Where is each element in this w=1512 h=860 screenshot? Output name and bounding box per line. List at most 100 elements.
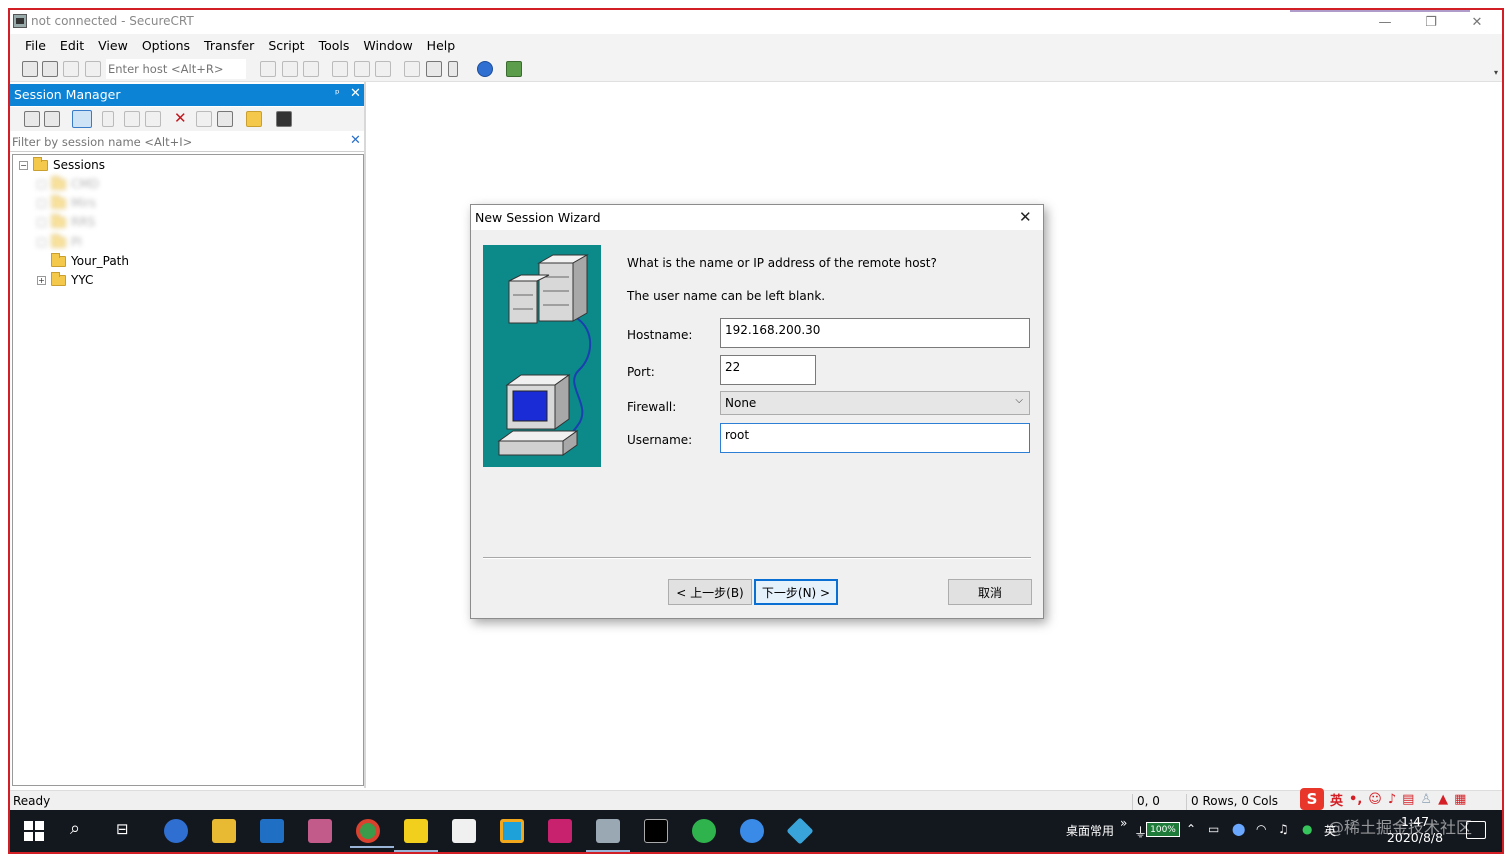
tree-item-blurred[interactable]: Mirs: [37, 194, 96, 212]
tree-item-blurred[interactable]: CMD: [37, 175, 99, 193]
connect-icon[interactable]: [22, 61, 38, 77]
username-input[interactable]: [720, 423, 1030, 453]
firewall-select[interactable]: None ⌵: [720, 391, 1030, 415]
toolbox-icon[interactable]: ▦: [1454, 792, 1466, 807]
new-session-icon[interactable]: [72, 110, 92, 128]
terminal-taskbar-icon[interactable]: [644, 819, 668, 843]
cancel-button[interactable]: 取消: [948, 579, 1032, 605]
enter-host-input[interactable]: [106, 59, 246, 79]
copy-icon[interactable]: [260, 61, 276, 77]
global-options-icon[interactable]: [426, 61, 442, 77]
intellij-icon[interactable]: [548, 819, 572, 843]
notification-center-icon[interactable]: [1466, 821, 1486, 839]
tree-item-your-path[interactable]: Your_Path: [51, 252, 129, 270]
menu-options[interactable]: Options: [135, 38, 197, 53]
securecrt-taskbar-icon[interactable]: [586, 819, 630, 852]
clear-filter-icon[interactable]: ✕: [350, 133, 361, 148]
collapse-icon[interactable]: −: [19, 160, 28, 170]
copy-session-icon[interactable]: [124, 111, 140, 127]
punctuation-icon[interactable]: •,: [1349, 792, 1362, 807]
print-setup-icon[interactable]: [332, 61, 348, 77]
wechat-icon[interactable]: [692, 819, 716, 843]
hostname-input[interactable]: [720, 318, 1030, 348]
new-folder-icon[interactable]: [246, 111, 262, 127]
close-window-button[interactable]: ✕: [1454, 10, 1500, 34]
dialog-close-icon[interactable]: ✕: [1019, 208, 1032, 226]
tree-item-blurred[interactable]: RRS: [37, 213, 95, 231]
expand-icon[interactable]: +: [37, 275, 46, 285]
find-session-icon[interactable]: [217, 111, 233, 127]
find-icon[interactable]: [303, 61, 319, 77]
typora-icon[interactable]: [452, 819, 476, 843]
tray-app-icon[interactable]: ▭: [1208, 822, 1219, 836]
port-input[interactable]: [720, 355, 816, 385]
help-icon[interactable]: [477, 61, 493, 77]
reconnect-icon[interactable]: [63, 61, 79, 77]
print-icon[interactable]: [375, 61, 391, 77]
skin-icon[interactable]: ▲: [1438, 792, 1448, 807]
microphone-icon[interactable]: ♪: [1388, 792, 1396, 807]
outlook-icon[interactable]: [260, 819, 284, 843]
menu-edit[interactable]: Edit: [53, 38, 91, 53]
paste-icon[interactable]: [282, 61, 298, 77]
menu-file[interactable]: File: [18, 38, 53, 53]
monitor-app-icon[interactable]: [394, 819, 438, 852]
messenger-icon[interactable]: [740, 819, 764, 843]
cut-icon[interactable]: [102, 111, 114, 127]
quick-connect-icon[interactable]: [42, 61, 58, 77]
menu-window[interactable]: Window: [356, 38, 419, 53]
expand-icon[interactable]: [37, 179, 46, 189]
shield-icon[interactable]: ⬤: [1232, 822, 1245, 836]
toolbar-overflow-chevron[interactable]: »: [1120, 816, 1127, 830]
menu-transfer[interactable]: Transfer: [197, 38, 261, 53]
toolbar-overflow-icon[interactable]: ▾: [1494, 68, 1498, 77]
clock[interactable]: 1:47 2020/8/8: [1380, 814, 1450, 846]
minimize-button[interactable]: —: [1362, 10, 1408, 34]
tree-item-yyc[interactable]: + YYC: [37, 271, 93, 289]
wifi-icon[interactable]: ◠: [1256, 822, 1266, 836]
emoji-icon[interactable]: ☺: [1368, 792, 1382, 807]
expand-icon[interactable]: [37, 217, 46, 227]
menu-tools[interactable]: Tools: [312, 38, 357, 53]
menu-help[interactable]: Help: [420, 38, 463, 53]
keyboard-icon[interactable]: ▤: [1402, 792, 1414, 807]
tree-item-sessions[interactable]: − Sessions: [19, 156, 105, 174]
paste-session-icon[interactable]: [145, 111, 161, 127]
connect-tab-icon[interactable]: [44, 111, 60, 127]
windows-start-icon[interactable]: [24, 821, 44, 841]
connect-session-icon[interactable]: [24, 111, 40, 127]
properties-icon[interactable]: [196, 111, 212, 127]
disconnect-icon[interactable]: [85, 61, 101, 77]
show-hidden-icons-chevron[interactable]: ⌃: [1186, 822, 1196, 836]
volume-icon[interactable]: ♫: [1278, 822, 1289, 836]
session-options-icon[interactable]: [404, 61, 420, 77]
filter-input[interactable]: [12, 133, 332, 151]
wechat-tray-icon[interactable]: ●: [1302, 822, 1312, 836]
tree-item-blurred[interactable]: PI: [37, 233, 82, 251]
app-square-icon[interactable]: [500, 819, 524, 843]
session-manager-close-icon[interactable]: ✕: [350, 86, 361, 101]
restore-button[interactable]: ❐: [1408, 10, 1454, 34]
terminal-icon[interactable]: [276, 111, 292, 127]
delete-icon[interactable]: ✕: [174, 109, 190, 127]
network-app-icon[interactable]: [786, 817, 814, 845]
file-explorer-icon[interactable]: [212, 819, 236, 843]
user-icon[interactable]: ♙: [1420, 792, 1432, 807]
keymap-icon[interactable]: [448, 61, 458, 77]
menu-script[interactable]: Script: [261, 38, 311, 53]
next-button[interactable]: 下一步(N) >: [754, 579, 838, 605]
media-app-icon[interactable]: [308, 819, 332, 843]
sogou-ime-icon[interactable]: S: [1300, 788, 1324, 810]
desktop-toolbar-label[interactable]: 桌面常用: [1066, 822, 1114, 839]
search-icon[interactable]: ⌕: [70, 818, 94, 842]
chrome-icon[interactable]: [350, 819, 394, 848]
sftp-icon[interactable]: [506, 61, 522, 77]
lync-app-icon[interactable]: [164, 819, 188, 843]
battery-indicator[interactable]: 100%: [1146, 822, 1180, 837]
pin-icon[interactable]: ᵖ: [335, 87, 340, 100]
back-button[interactable]: < 上一步(B): [668, 579, 752, 605]
task-view-icon[interactable]: ⊟: [116, 820, 140, 844]
ime-language-toggle[interactable]: 英: [1330, 790, 1343, 809]
print-screen-icon[interactable]: [354, 61, 370, 77]
expand-icon[interactable]: [37, 237, 46, 247]
